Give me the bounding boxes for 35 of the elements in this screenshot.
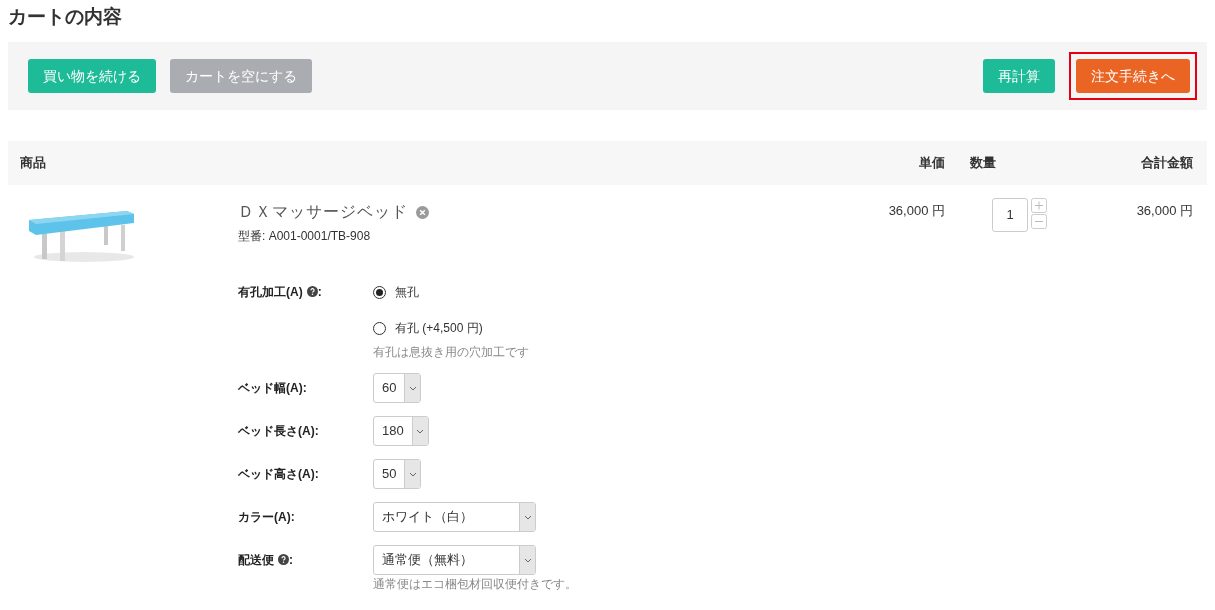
select-field[interactable]: 50 — [373, 459, 422, 489]
radio-option[interactable]: 無孔 — [373, 277, 835, 307]
column-header: 商品 — [19, 154, 47, 173]
column-header: 合計金額 — [1140, 154, 1194, 173]
radio-button[interactable] — [373, 285, 386, 299]
option-label: ベッド高さ(A): — [238, 466, 320, 483]
option-label: ベッド長さ(A): — [238, 423, 320, 440]
option-note: 有孔は息抜き用の穴加工です — [373, 345, 530, 360]
caret-icon — [523, 557, 532, 563]
total-price: 36,000 円 — [1135, 202, 1194, 220]
select-field[interactable]: 180 — [373, 416, 429, 446]
option-note: 通常便はエコ梱包材回収便付きです。 — [373, 577, 578, 592]
plus-button[interactable] — [1031, 198, 1047, 213]
select-field[interactable]: ホワイト（白） — [373, 502, 536, 532]
option-label: ベッド幅(A): — [238, 380, 308, 397]
caret-icon — [416, 428, 425, 434]
select-field[interactable]: 60 — [373, 373, 422, 403]
caret-icon — [408, 385, 417, 391]
option-label: 有孔加工(A) : — [238, 284, 323, 301]
option-label: 配送便 : — [238, 552, 294, 569]
column-header: 数量 — [969, 154, 997, 173]
unit-price: 36,000 円 — [887, 202, 946, 220]
column-header: 単価 — [918, 154, 946, 173]
select-field[interactable]: 通常便（無料） — [373, 545, 536, 575]
caret-icon — [408, 471, 417, 477]
page-title: カートの内容 — [8, 5, 123, 29]
option-label: カラー(A): — [238, 509, 296, 526]
quantity-field[interactable]: 1 — [992, 198, 1028, 232]
radio-option[interactable]: 有孔 (+4,500 円) — [373, 313, 835, 343]
radio-button[interactable] — [373, 321, 386, 335]
model-number: 型番: A001-0001/TB-908 — [238, 228, 372, 245]
minus-button[interactable] — [1031, 214, 1047, 229]
caret-icon — [523, 514, 532, 520]
remove-icon[interactable] — [416, 205, 429, 219]
product-name: ＤＸマッサージベッド — [238, 202, 408, 222]
